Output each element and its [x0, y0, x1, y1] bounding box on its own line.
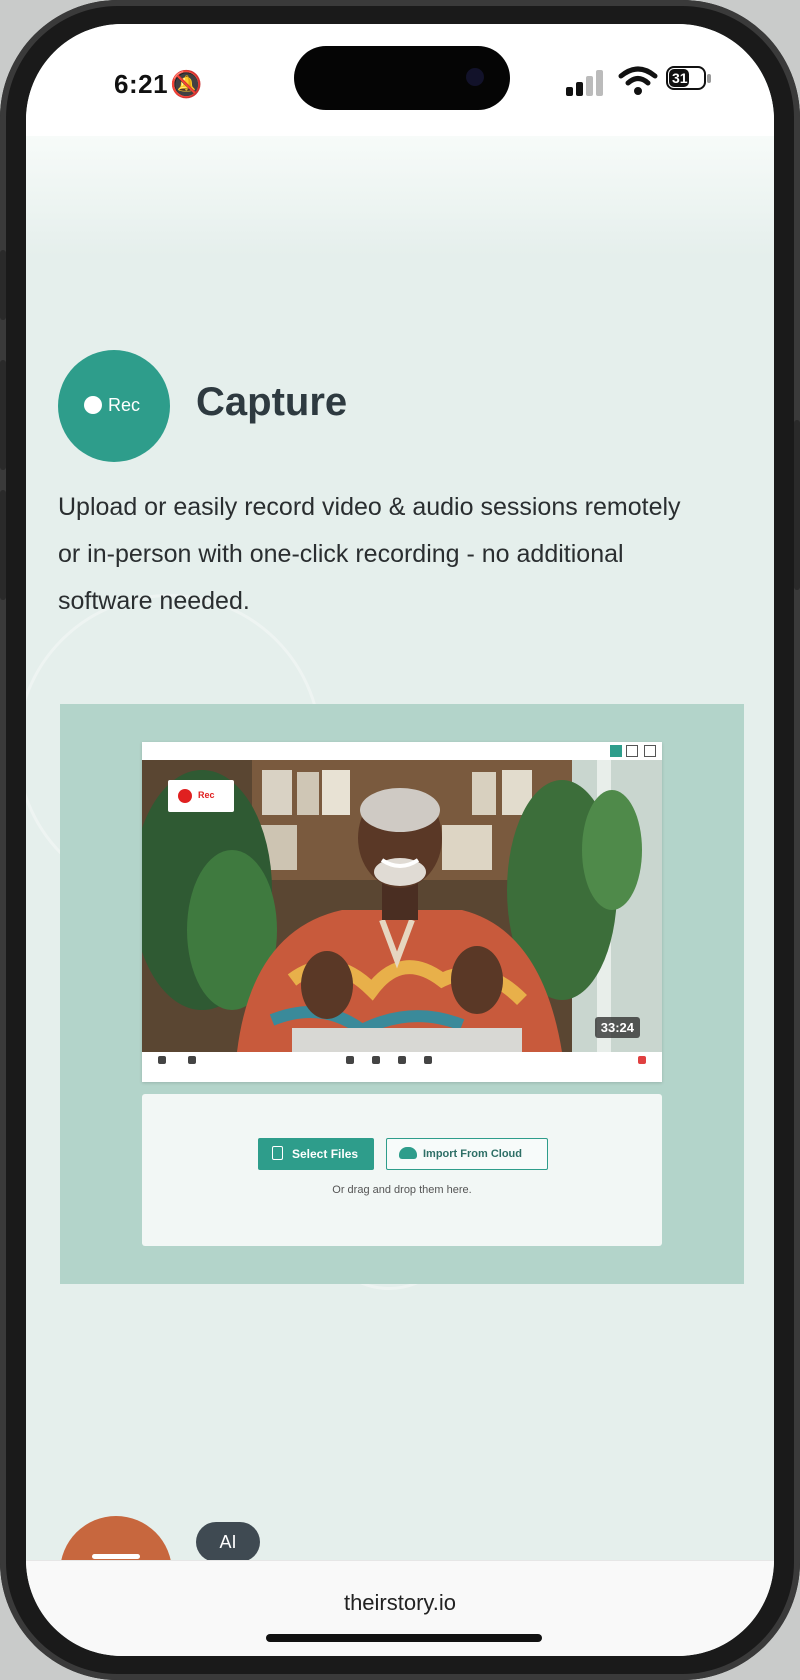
participants-button[interactable]	[340, 1056, 360, 1066]
dynamic-island	[294, 46, 510, 110]
recorder-controls	[142, 1052, 662, 1082]
menu-icon	[92, 1554, 140, 1559]
wifi-icon	[618, 66, 658, 95]
battery-icon: 31	[666, 64, 714, 94]
share-button[interactable]	[392, 1056, 412, 1066]
select-files-button[interactable]: Select Files	[258, 1138, 374, 1170]
mic-button[interactable]	[182, 1056, 202, 1066]
clock: 6:21	[114, 69, 169, 99]
power-button	[794, 420, 800, 590]
url-label[interactable]: theirstory.io	[26, 1590, 774, 1616]
import-from-cloud-button[interactable]: Import From Cloud	[386, 1138, 548, 1170]
recorder-topbar	[142, 742, 662, 760]
layout-icon[interactable]	[610, 745, 622, 757]
leave-button[interactable]	[150, 1056, 174, 1066]
upload-area[interactable]: Select Files Import From Cloud Or drag a…	[142, 1094, 662, 1246]
recording-indicator-label: Rec	[198, 790, 215, 800]
recording-timer: 33:24	[594, 1017, 640, 1038]
header-fade	[26, 136, 774, 256]
video-frame: Rec 33:24	[142, 760, 662, 1052]
status-bar: 6:21🔕 31	[26, 24, 774, 136]
battery-level: 31	[672, 70, 688, 86]
settings-icon[interactable]	[644, 745, 656, 757]
chat-button[interactable]	[366, 1056, 386, 1066]
video-recorder-card: Rec 33:24	[142, 742, 662, 1082]
file-icon	[272, 1146, 283, 1160]
drag-drop-hint: Or drag and drop them here.	[332, 1184, 472, 1196]
feature-description: Upload or easily record video & audio se…	[58, 493, 681, 615]
bell-muted-icon: 🔕	[170, 69, 203, 99]
cloud-icon	[399, 1147, 417, 1159]
import-from-cloud-label: Import From Cloud	[423, 1148, 522, 1160]
rec-badge: Rec	[58, 350, 170, 462]
record-button[interactable]	[418, 1056, 438, 1066]
volume-down-button	[0, 490, 6, 600]
select-files-label: Select Files	[292, 1147, 359, 1161]
phone-frame: 6:21🔕 31 Rec Capture Upload or easily re…	[0, 0, 800, 1680]
phone-screen: 6:21🔕 31 Rec Capture Upload or easily re…	[26, 24, 774, 1656]
recording-indicator: Rec	[168, 780, 234, 812]
side-button	[0, 250, 6, 320]
volume-up-button	[0, 360, 6, 470]
record-dot-icon	[84, 396, 102, 414]
camera-icon	[466, 68, 484, 86]
home-indicator[interactable]	[266, 1634, 542, 1642]
feature-title: Capture	[196, 380, 348, 424]
grid-icon[interactable]	[626, 745, 638, 757]
end-call-button[interactable]	[632, 1056, 652, 1066]
ai-button[interactable]: AI	[196, 1522, 260, 1562]
record-dot-icon	[178, 789, 192, 803]
signal-icon	[566, 68, 612, 96]
status-time: 6:21🔕	[112, 64, 203, 101]
rec-badge-label: Rec	[108, 395, 141, 415]
preview-panel: Rec 33:24 Select Files Import From Cloud…	[60, 704, 744, 1284]
